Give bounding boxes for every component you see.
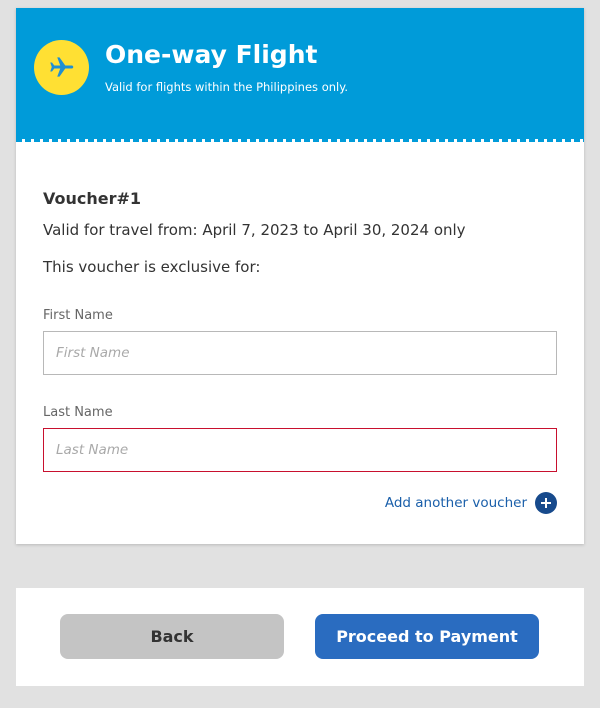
action-footer: Back Proceed to Payment bbox=[16, 588, 584, 686]
proceed-to-payment-button[interactable]: Proceed to Payment bbox=[315, 614, 539, 659]
dashed-divider bbox=[16, 139, 584, 142]
first-name-label: First Name bbox=[43, 308, 113, 323]
validity-text: Valid for travel from: April 7, 2023 to … bbox=[43, 221, 466, 239]
voucher-label: Voucher#1 bbox=[43, 189, 142, 208]
last-name-label: Last Name bbox=[43, 405, 113, 420]
flight-type-title: One-way Flight bbox=[105, 40, 318, 69]
back-button[interactable]: Back bbox=[60, 614, 284, 659]
last-name-input[interactable] bbox=[43, 428, 557, 472]
first-name-input[interactable] bbox=[43, 331, 557, 375]
airplane-icon bbox=[34, 40, 89, 95]
card-header: One-way Flight Valid for flights within … bbox=[16, 8, 584, 142]
flight-type-subtitle: Valid for flights within the Philippines… bbox=[105, 80, 349, 94]
exclusive-text: This voucher is exclusive for: bbox=[43, 258, 261, 276]
add-voucher-link[interactable]: Add another voucher bbox=[385, 492, 557, 514]
voucher-card: One-way Flight Valid for flights within … bbox=[16, 8, 584, 544]
plus-circle-icon[interactable] bbox=[535, 492, 557, 514]
add-voucher-label: Add another voucher bbox=[384, 495, 527, 511]
